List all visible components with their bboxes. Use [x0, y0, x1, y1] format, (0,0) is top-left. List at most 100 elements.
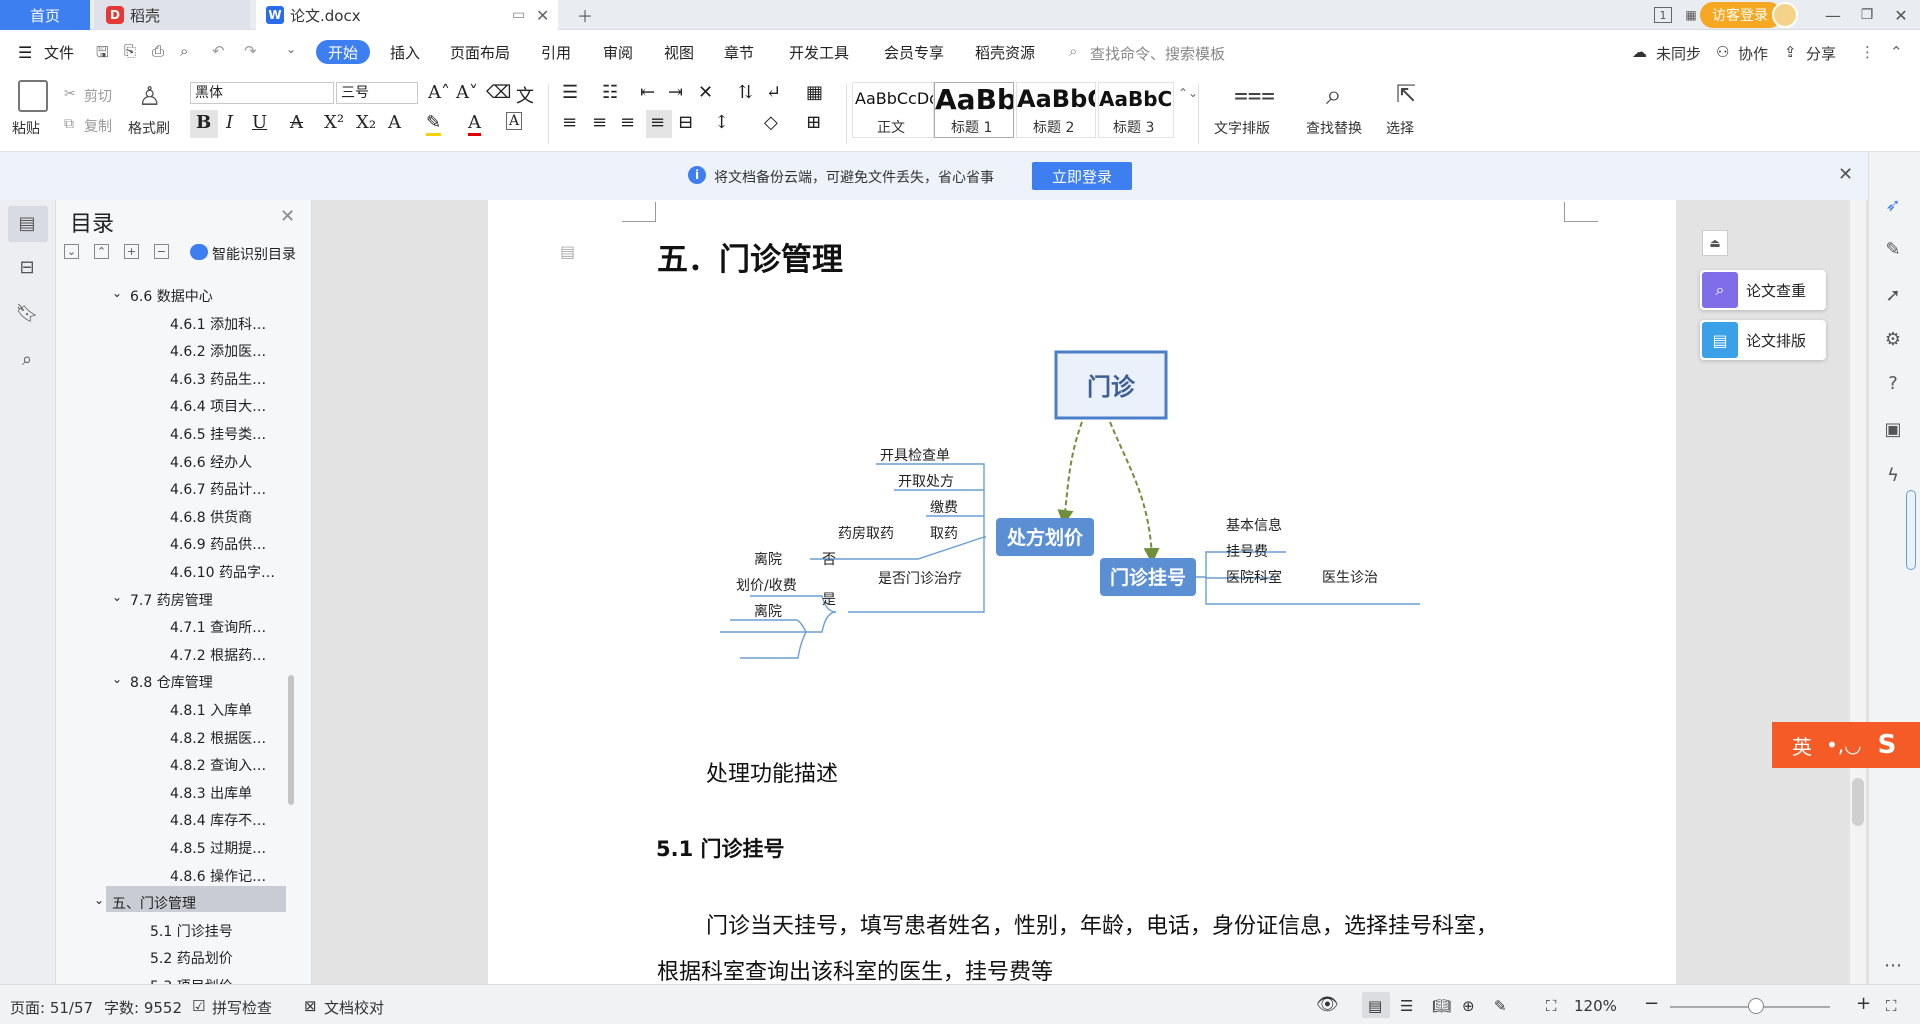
menu-review[interactable]: 审阅: [603, 42, 633, 63]
close-window-icon[interactable]: ✕: [1890, 4, 1912, 26]
scroll-thumb[interactable]: [1852, 778, 1864, 826]
page-view-icon[interactable]: ▤: [1368, 997, 1382, 1015]
zoom-slider-thumb[interactable]: [1748, 998, 1764, 1014]
add-toc-icon[interactable]: +: [124, 244, 139, 259]
page-indicator[interactable]: 页面: 51/57: [10, 997, 93, 1018]
tab-home[interactable]: 首页: [0, 0, 90, 30]
menu-start[interactable]: 开始: [316, 40, 370, 64]
toc-item[interactable]: 5.2 药品划价: [150, 948, 233, 968]
highlight-icon[interactable]: ✎: [426, 112, 442, 136]
paste-button[interactable]: 粘贴: [12, 118, 40, 138]
help-icon[interactable]: ?: [1878, 368, 1908, 398]
bullet-list-icon[interactable]: ☰: [562, 82, 578, 103]
tile-icon[interactable]: ▦: [1680, 4, 1702, 26]
styles-more-icon[interactable]: ⌃⌄: [1178, 86, 1198, 100]
toc-item[interactable]: 4.8.2 根据医…: [170, 728, 266, 748]
close-notification-icon[interactable]: ✕: [1838, 164, 1853, 185]
toc-item[interactable]: 4.6.8 供货商: [170, 507, 252, 527]
fit-page-icon[interactable]: ⛶: [1546, 997, 1557, 1015]
search-command-input[interactable]: 查找命令、搜索模板: [1090, 43, 1225, 64]
expand-up-icon[interactable]: ⌃: [94, 244, 109, 259]
toc-item[interactable]: 4.8.1 入库单: [170, 700, 252, 720]
toc-item[interactable]: 4.6.1 添加科…: [170, 314, 266, 334]
login-now-button[interactable]: 立即登录: [1032, 162, 1132, 190]
zoom-in-icon[interactable]: +: [1856, 993, 1871, 1014]
menu-page-layout[interactable]: 页面布局: [450, 42, 510, 63]
restore-icon[interactable]: ❐: [1856, 4, 1878, 26]
format-painter-button[interactable]: 格式刷: [128, 118, 170, 138]
search-nav-icon[interactable]: ⌕: [12, 344, 42, 374]
increase-indent-icon[interactable]: ⇥: [668, 82, 683, 103]
new-tab-icon[interactable]: ＋: [574, 4, 596, 26]
read-view-icon[interactable]: 📖︎: [1432, 997, 1451, 1015]
more-quick-icon[interactable]: ⌄: [286, 42, 296, 56]
unsync-button[interactable]: 未同步: [1656, 43, 1701, 64]
toc-expand-icon[interactable]: ⌄: [112, 286, 122, 300]
toc-item[interactable]: 4.6.10 药品字…: [170, 562, 275, 582]
toc-item[interactable]: 4.8.4 库存不…: [170, 810, 266, 830]
cursor-icon[interactable]: ➚: [1878, 280, 1908, 310]
underline-icon[interactable]: U: [252, 112, 267, 133]
style-heading3[interactable]: AaBbCc 标题 3: [1098, 82, 1174, 138]
table-border-icon[interactable]: ▦: [806, 82, 823, 103]
toc-item[interactable]: ⌄ 8.8 仓库管理: [112, 672, 213, 692]
border-icon[interactable]: ⊞: [806, 112, 821, 133]
minimize-icon[interactable]: —: [1822, 4, 1844, 26]
toc-item[interactable]: 4.7.1 查询所…: [170, 617, 266, 637]
shading-icon[interactable]: ◇: [764, 112, 778, 133]
select-button[interactable]: 选择: [1386, 118, 1414, 138]
toc-nav-icon[interactable]: ▤: [12, 208, 42, 238]
rocket-icon[interactable]: ➶: [1878, 190, 1908, 220]
paper-check-button[interactable]: ⌕ 论文查重: [1700, 270, 1826, 310]
paragraph-marker-icon[interactable]: ▤: [560, 242, 575, 261]
collab-button[interactable]: 协作: [1738, 43, 1768, 64]
fullscreen-icon[interactable]: ⛶: [1886, 997, 1897, 1015]
decrease-indent-icon[interactable]: ⇤: [640, 82, 655, 103]
font-color-icon[interactable]: A: [468, 112, 481, 136]
outline-view-icon[interactable]: ☰: [1400, 997, 1413, 1015]
bookmark-icon[interactable]: 🔖︎: [12, 298, 42, 328]
grow-font-icon[interactable]: A˄: [428, 82, 450, 103]
show-hide-icon[interactable]: ↵: [766, 82, 781, 103]
web-view-icon[interactable]: ⊕: [1462, 997, 1475, 1015]
save-icon[interactable]: 🖫: [96, 42, 109, 67]
font-family-select[interactable]: 黑体: [190, 82, 334, 104]
chinese-layout-icon[interactable]: ✕: [698, 82, 713, 103]
preview-icon[interactable]: ⌕: [180, 42, 188, 60]
tab-daoke[interactable]: D 稻壳: [94, 0, 250, 30]
menu-view[interactable]: 视图: [664, 42, 694, 63]
image-edit-icon[interactable]: ▣: [1878, 414, 1908, 444]
close-tab-icon[interactable]: ✕: [536, 6, 549, 25]
toc-item[interactable]: 4.7.2 根据药…: [170, 645, 266, 665]
hamburger-icon[interactable]: ☰: [18, 43, 32, 62]
toc-item[interactable]: 4.6.9 药品供…: [170, 534, 266, 554]
clear-format-icon[interactable]: ⌫: [486, 82, 511, 103]
avatar[interactable]: [1772, 2, 1798, 28]
toc-item[interactable]: 4.6.4 项目大…: [170, 396, 266, 416]
style-heading1[interactable]: AaBb 标题 1: [934, 82, 1014, 138]
justify-icon[interactable]: ≡: [650, 112, 665, 133]
print-icon[interactable]: ⎙: [152, 42, 164, 60]
text-effect-icon[interactable]: A: [388, 112, 401, 133]
copy-button[interactable]: 复制: [84, 116, 112, 136]
toc-item[interactable]: 4.6.5 挂号类…: [170, 424, 266, 444]
lightning-icon[interactable]: ϟ: [1878, 460, 1908, 490]
toc-item[interactable]: 4.8.5 过期提…: [170, 838, 266, 858]
sort-icon[interactable]: ⇅: [738, 82, 753, 103]
toc-item[interactable]: 4.6.2 添加医…: [170, 341, 266, 361]
toc-expand-icon[interactable]: ⌄: [94, 893, 104, 907]
menu-member[interactable]: 会员专享: [884, 42, 944, 63]
close-toc-icon[interactable]: ✕: [280, 206, 295, 227]
find-replace-button[interactable]: 查找替换: [1306, 118, 1362, 138]
menu-reference[interactable]: 引用: [541, 42, 571, 63]
menu-chapter[interactable]: 章节: [724, 42, 754, 63]
cut-button[interactable]: 剪切: [84, 86, 112, 106]
word-count[interactable]: 字数: 9552: [104, 997, 182, 1018]
more-dots-icon[interactable]: ⋯: [1878, 950, 1908, 980]
text-layout-button[interactable]: 文字排版: [1214, 118, 1270, 138]
shrink-font-icon[interactable]: A˅: [456, 82, 478, 103]
redo-icon[interactable]: ↷: [244, 42, 257, 60]
spell-check-button[interactable]: 拼写检查: [212, 997, 272, 1018]
italic-icon[interactable]: I: [226, 112, 233, 133]
collapse-panel-icon[interactable]: ⏏: [1702, 230, 1728, 256]
